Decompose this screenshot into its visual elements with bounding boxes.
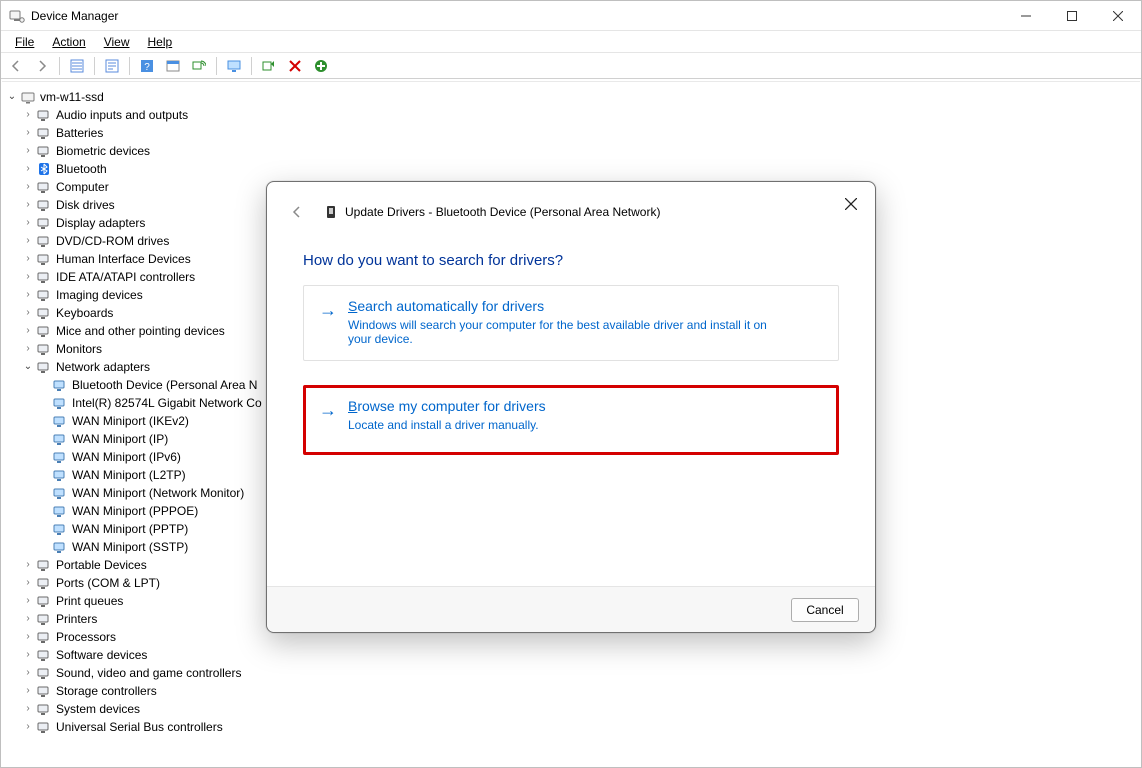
- dialog-body: How do you want to search for drivers? →…: [267, 222, 875, 586]
- update-drivers-dialog: Update Drivers - Bluetooth Device (Perso…: [266, 181, 876, 633]
- option-browse-computer[interactable]: → Browse my computer for drivers Locate …: [303, 385, 839, 455]
- dialog-layer: Update Drivers - Bluetooth Device (Perso…: [1, 1, 1141, 767]
- dialog-footer: Cancel: [267, 586, 875, 632]
- device-manager-window: Device Manager File Action View Help ? ⌄: [0, 0, 1142, 768]
- device-icon: [323, 204, 339, 220]
- option-title: Search automatically for drivers: [348, 298, 788, 314]
- arrow-right-icon: →: [318, 398, 338, 432]
- cancel-button[interactable]: Cancel: [791, 598, 859, 622]
- dialog-header-text: Update Drivers - Bluetooth Device (Perso…: [345, 205, 660, 219]
- option-title: Browse my computer for drivers: [348, 398, 546, 414]
- dialog-close-button[interactable]: [839, 192, 863, 216]
- dialog-back-button[interactable]: [287, 202, 307, 222]
- option-description: Windows will search your computer for th…: [348, 314, 788, 346]
- dialog-subtitle: How do you want to search for drivers?: [303, 242, 839, 285]
- option-search-automatically[interactable]: → Search automatically for drivers Windo…: [303, 285, 839, 361]
- dialog-header: Update Drivers - Bluetooth Device (Perso…: [267, 182, 875, 222]
- arrow-right-icon: →: [318, 298, 338, 346]
- option-description: Locate and install a driver manually.: [348, 414, 546, 432]
